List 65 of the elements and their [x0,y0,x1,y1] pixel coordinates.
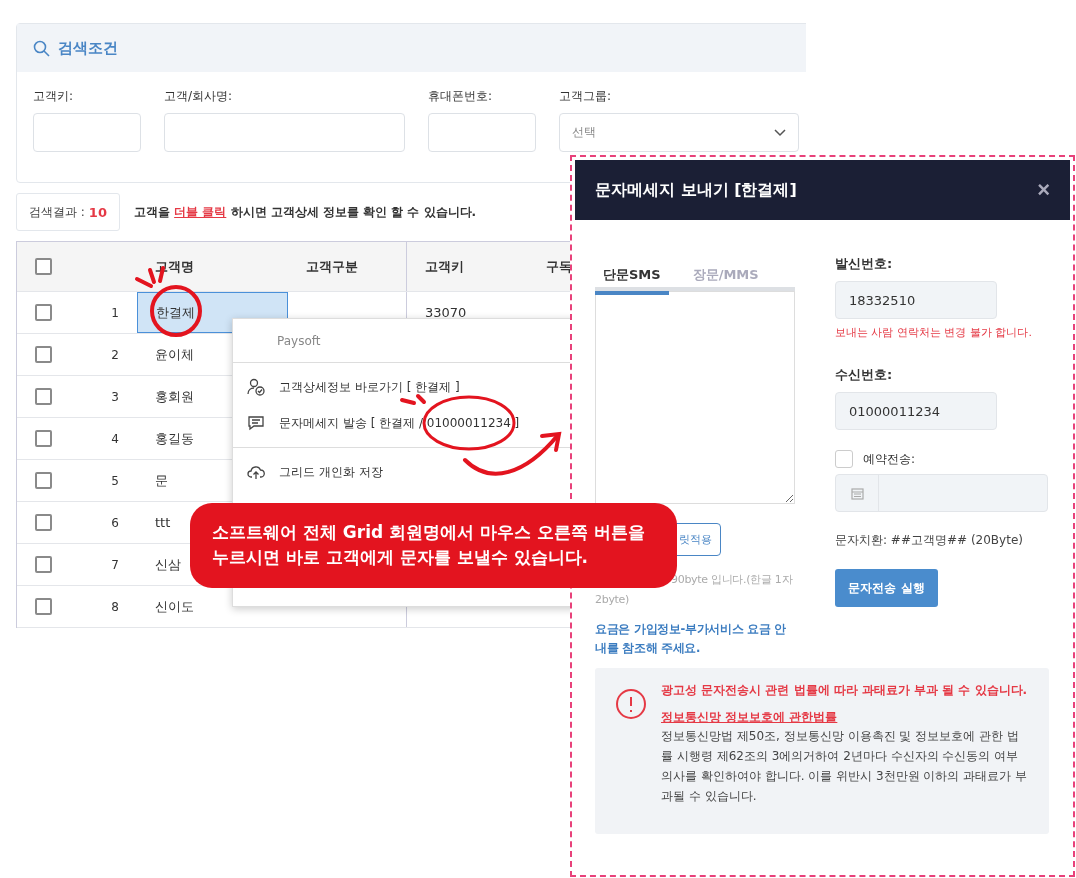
field-label: 고객키: [33,88,75,105]
calendar-icon [850,486,864,500]
row-number: 1 [111,305,119,320]
row-checkbox[interactable] [35,598,52,615]
table-cell-text: 33070 [424,304,468,322]
message-icon [247,414,265,432]
input-field[interactable] [164,113,405,152]
row-number: 6 [111,515,119,530]
menu-item[interactable]: 문자메세지 발송 [ 한결제 / 01000011234 ] [233,405,591,441]
callout-text: 누르시면 바로 고객에게 문자를 보낼수 있습니다. [212,546,590,569]
column-header: 고객명 [154,257,195,276]
message-tab[interactable]: 단문SMS [595,260,669,295]
double-click-link[interactable]: 더블 클릭 [174,204,227,219]
group-select[interactable]: 선택 [559,113,799,152]
alert-icon [615,688,647,720]
row-checkbox[interactable] [35,514,52,531]
row-number: 7 [111,557,119,572]
row-checkbox[interactable] [35,556,52,573]
receiver-field[interactable]: 01000011234 [835,392,997,430]
panel-title: 검색조건 [58,38,118,58]
input-field[interactable] [33,113,141,152]
law-link[interactable]: 정보통신망 정보보호에 관한법률 [661,709,1029,726]
fee-note: 요금은 가입정보-부가서비스 요금 안내를 참조해 주세요. [595,621,788,657]
search-icon [33,39,50,57]
reserve-label: 예약전송: [863,450,916,468]
row-checkbox[interactable] [35,388,52,405]
user-check-icon [247,378,265,396]
cloud-upload-icon [247,463,265,481]
row-number: 4 [111,431,119,446]
column-header: 구독 [545,257,573,276]
sender-note: 보내는 사람 연락처는 변경 불가 합니다. [835,325,1033,340]
message-field[interactable] [595,291,795,504]
result-count: 검색결과 : 10 [16,193,120,231]
sender-field[interactable]: 18332510 [835,281,997,319]
menu-item[interactable]: 그리드 개인화 저장 [233,454,591,490]
select-all-checkbox[interactable] [35,258,52,275]
input-field[interactable] [428,113,536,152]
field-label: 고객/회사명: [164,88,234,105]
close-button[interactable]: × [1037,177,1050,203]
column-header: 고객키 [424,257,465,276]
reserve-checkbox[interactable] [835,450,853,468]
send-button[interactable]: 문자전송 실행 [835,569,938,607]
field-label: 수신번호: [835,366,894,384]
row-checkbox[interactable] [35,304,52,321]
callout-text: 소프트웨어 전체 Grid 회원명에서 마우스 오른쪽 버튼을 [212,521,646,544]
date-field[interactable] [835,474,1048,512]
substitution-note: 문자치환: ##고객명## (20Byte) [835,532,1024,549]
dialog-title: 문자메세지 보내기 [한결제] [595,179,797,201]
field-label: 발신번호: [835,255,894,273]
row-number: 2 [111,347,119,362]
row-checkbox[interactable] [35,430,52,447]
grid-hint: 고객을 더블 클릭 하시면 고객상세 정보를 확인 할 수 있습니다. [133,203,477,221]
chevron-down-icon [774,128,786,137]
byte-note: 90byte 입니다.(한글 1자 2byte) [595,572,794,608]
column-header: 고객구분 [288,242,407,291]
field-label: 휴대폰번호: [428,88,494,105]
row-number: 5 [111,473,119,488]
row-number: 8 [111,599,119,614]
warning-title: 광고성 문자전송시 관련 법률에 따라 과태료가 부과 될 수 있습니다. [661,682,1029,699]
menu-item[interactable]: 고객상세정보 바로가기 [ 한결제 ] [233,369,591,405]
row-checkbox[interactable] [35,346,52,363]
warning-text: 정보통신망법 제50조, 정보통신망 이용촉진 및 정보보호에 관한 법률 시행령 제62조의 3에의거하여 2년마다 수신자의 수신동의 여부 의사를 확인하여야 합니다. 이를 위반시 3천만원 이하의 과태료가 부과될 수 있습니다. [661,728,1028,805]
row-checkbox[interactable] [35,472,52,489]
field-label: 고객그룹: [559,88,613,105]
row-number: 3 [111,389,119,404]
